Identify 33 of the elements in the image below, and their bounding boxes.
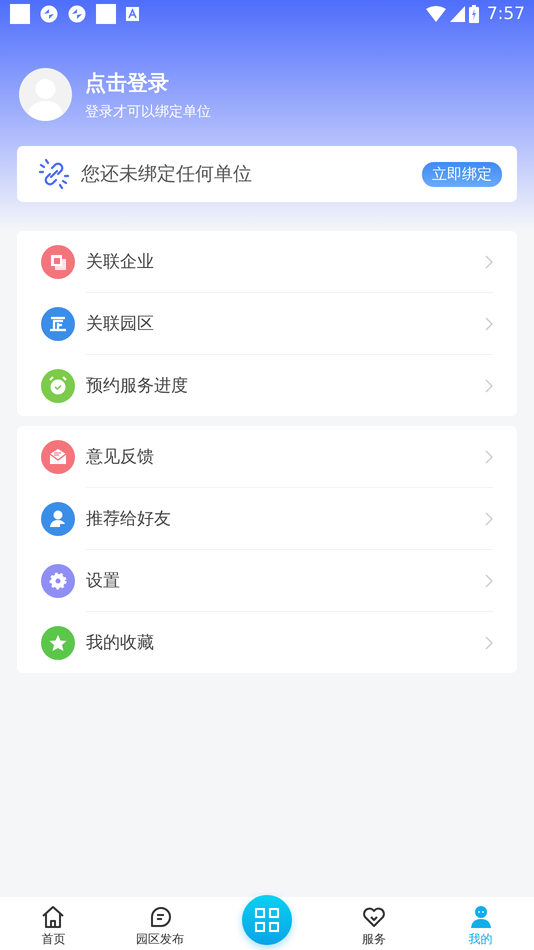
notification-icon: [68, 5, 86, 23]
scan-button[interactable]: [242, 894, 292, 944]
chevron-right-icon: [485, 512, 493, 526]
chevron-right-icon: [485, 636, 493, 650]
chevron-right-icon: [485, 450, 493, 464]
login-subtitle: 登录才可以绑定单位: [85, 102, 211, 120]
nav-tab[interactable]: 首页: [0, 897, 107, 950]
status-time: 7:57: [486, 4, 525, 24]
battery-icon: [468, 5, 479, 23]
menu-item[interactable]: 意见反馈: [41, 426, 493, 487]
chevron-right-icon: [485, 254, 493, 268]
nav-tab[interactable]: 服务: [320, 897, 428, 950]
menu-item[interactable]: 推荐给好友: [86, 487, 493, 549]
notification-icon: [40, 5, 58, 23]
notification-icon: [10, 4, 30, 24]
chevron-right-icon: [485, 316, 493, 330]
menu-item[interactable]: 设置: [86, 549, 493, 611]
home-icon: [40, 904, 66, 930]
menu-item[interactable]: 关联园区: [86, 292, 493, 354]
notification-icon: [96, 4, 116, 24]
avatar[interactable]: [19, 68, 72, 121]
bind-message: 您还未绑定任何单位: [81, 162, 253, 187]
menu-item[interactable]: 我的收藏: [86, 611, 493, 673]
chevron-right-icon: [485, 378, 493, 392]
menu-item[interactable]: 预约服务进度: [86, 354, 493, 416]
signal-icon: [450, 6, 465, 22]
nav-tab[interactable]: 园区发布: [106, 897, 214, 950]
menu-item[interactable]: 关联企业: [41, 231, 493, 292]
qr-code-icon: [254, 906, 280, 932]
notification-icon: [126, 7, 139, 21]
wifi-icon: [426, 6, 446, 22]
broken-link-icon: [39, 159, 69, 189]
chevron-right-icon: [485, 574, 493, 588]
